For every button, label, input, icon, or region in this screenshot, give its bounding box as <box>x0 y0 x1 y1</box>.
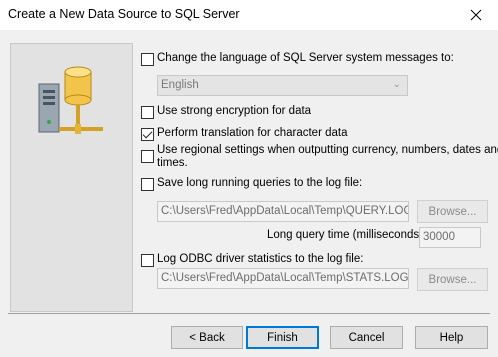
long-query-time-input[interactable]: 30000 <box>419 227 481 248</box>
regional-settings-label-line1: Use regional settings when outputting cu… <box>157 144 498 156</box>
long-query-time-label: Long query time (milliseconds): <box>267 229 427 241</box>
wizard-side-panel <box>10 43 133 312</box>
chevron-down-icon: ⌄ <box>392 79 401 90</box>
footer-divider <box>8 313 490 314</box>
close-button[interactable] <box>454 0 498 30</box>
finish-button[interactable]: Finish <box>246 326 319 349</box>
database-server-icon <box>38 66 103 134</box>
regional-settings-checkbox[interactable] <box>141 150 154 163</box>
stats-log-path-input[interactable]: C:\Users\Fred\AppData\Local\Temp\STATS.L… <box>157 268 409 289</box>
title-bar: Create a New Data Source to SQL Server <box>0 0 498 30</box>
change-language-label: Change the language of SQL Server system… <box>157 52 454 64</box>
translation-label: Perform translation for character data <box>157 127 348 139</box>
strong-encryption-checkbox[interactable] <box>141 106 154 119</box>
long-queries-checkbox[interactable] <box>141 178 154 191</box>
long-queries-label: Save long running queries to the log fil… <box>157 177 363 189</box>
change-language-checkbox[interactable] <box>141 53 154 66</box>
query-log-browse-button[interactable]: Browse... <box>417 200 488 223</box>
driver-stats-label: Log ODBC driver statistics to the log fi… <box>157 253 364 265</box>
stats-log-browse-button[interactable]: Browse... <box>417 268 488 291</box>
back-button[interactable]: < Back <box>171 326 243 349</box>
driver-stats-checkbox[interactable] <box>141 254 154 267</box>
close-icon <box>470 9 482 21</box>
query-log-path-input[interactable]: C:\Users\Fred\AppData\Local\Temp\QUERY.L… <box>157 201 409 222</box>
language-select[interactable]: English ⌄ <box>157 75 408 96</box>
cancel-button[interactable]: Cancel <box>330 326 403 349</box>
help-button[interactable]: Help <box>415 326 488 349</box>
regional-settings-label-line2: times. <box>157 157 188 169</box>
strong-encryption-label: Use strong encryption for data <box>157 105 312 117</box>
translation-checkbox[interactable] <box>141 128 154 141</box>
language-select-value: English <box>161 79 199 91</box>
window-title: Create a New Data Source to SQL Server <box>8 7 240 21</box>
